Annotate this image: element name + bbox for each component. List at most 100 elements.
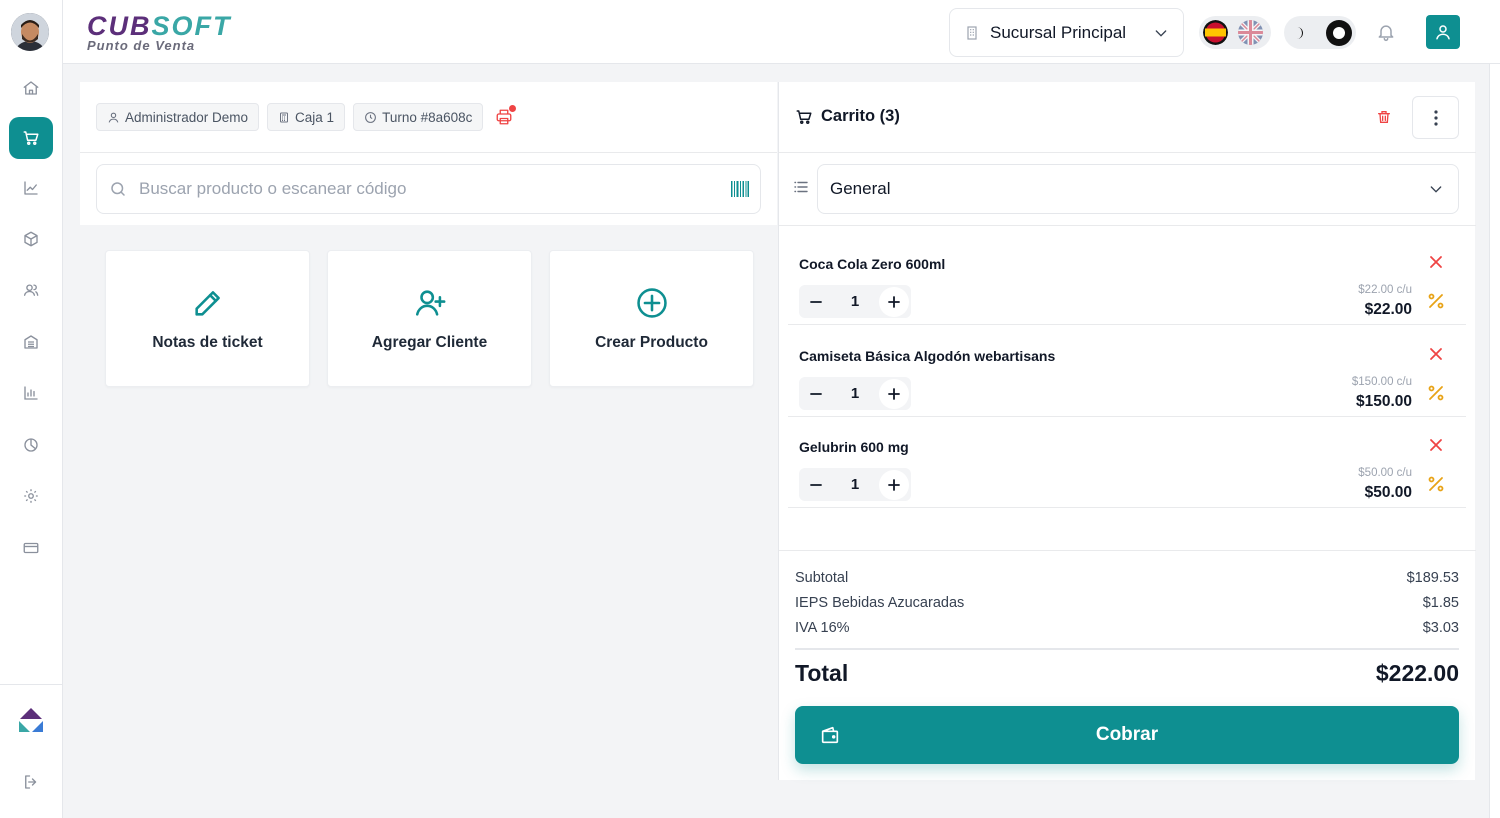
close-icon [1430, 256, 1442, 268]
nav-customers[interactable] [9, 269, 53, 311]
user-menu-button[interactable] [1426, 15, 1460, 49]
trash-icon [1378, 111, 1390, 123]
user-icon [108, 112, 119, 123]
price-list-select[interactable]: General [817, 164, 1459, 214]
shift-chip: Turno #8a608c [353, 103, 484, 131]
barcode-icon[interactable] [730, 180, 750, 198]
spain-flag-icon[interactable] [1203, 20, 1228, 45]
nav-settings[interactable] [9, 475, 53, 517]
language-switcher[interactable] [1199, 16, 1271, 49]
increase-qty-button[interactable] [879, 469, 909, 500]
percent-icon [1428, 385, 1444, 401]
clear-cart-button[interactable] [1376, 109, 1392, 125]
pos-toolbar: Administrador Demo Caja 1 Turno #8a608c [80, 82, 777, 225]
ieps-label: IEPS Bebidas Azucaradas [795, 595, 965, 611]
item-quantity: 1 [850, 385, 860, 402]
discount-button[interactable] [1428, 385, 1444, 401]
notifications-button[interactable] [1376, 22, 1396, 42]
line-total: $50.00 [1364, 484, 1412, 501]
create-product-card[interactable]: Crear Producto [549, 250, 754, 387]
decrease-qty-button[interactable] [801, 287, 831, 317]
bell-icon [1378, 25, 1394, 42]
calculator-icon [280, 112, 289, 122]
ticket-notes-label: Notas de ticket [152, 333, 263, 351]
iva-label: IVA 16% [795, 620, 850, 636]
increase-qty-button[interactable] [879, 286, 909, 317]
logo-text-cub: CUB [87, 11, 152, 41]
branch-select[interactable]: Sucursal Principal [949, 8, 1184, 57]
pie-chart-icon [24, 438, 38, 452]
remove-item-button[interactable] [1429, 347, 1443, 361]
register-chip: Caja 1 [267, 103, 346, 131]
ticket-notes-card[interactable]: Notas de ticket [105, 250, 310, 387]
nav-reports[interactable] [9, 372, 53, 414]
nav-home[interactable] [9, 67, 53, 109]
create-product-label: Crear Producto [595, 333, 708, 351]
decrease-qty-button[interactable] [801, 379, 831, 409]
price-list-value: General [830, 179, 891, 198]
discount-button[interactable] [1428, 293, 1444, 309]
subtotal-value: $189.53 [1406, 570, 1459, 586]
cart-menu-button[interactable] [1412, 96, 1459, 139]
total-row: Total $222.00 [795, 660, 1459, 687]
iva-value: $3.03 [1422, 620, 1459, 636]
decrease-qty-button[interactable] [801, 470, 831, 500]
cart-header: Carrito (3) [779, 82, 1476, 153]
increase-qty-button[interactable] [879, 378, 909, 409]
cart-summary: Subtotal $189.53 IEPS Bebidas Azucaradas… [779, 550, 1476, 686]
logo-text-soft: SOFT [151, 11, 232, 41]
nav-branches[interactable] [9, 321, 53, 363]
add-user-icon [415, 289, 445, 316]
remove-item-button[interactable] [1429, 438, 1443, 452]
unit-price: $150.00 c/u [1351, 376, 1412, 388]
nav-analytics[interactable] [9, 424, 53, 466]
plus-icon [888, 295, 900, 308]
cubosoft-logo-icon [19, 708, 43, 732]
register-name: Caja 1 [295, 109, 335, 125]
avatar[interactable] [11, 13, 49, 51]
nav-logout[interactable] [9, 761, 53, 803]
nav-payments[interactable] [9, 527, 53, 569]
search-icon [111, 182, 125, 196]
chevron-down-icon [1430, 186, 1442, 193]
box-icon [24, 231, 38, 247]
uk-flag-icon[interactable] [1238, 20, 1263, 45]
clock-icon [365, 111, 376, 123]
printer-button[interactable] [495, 105, 517, 126]
minus-icon [810, 483, 822, 486]
nav-products[interactable] [9, 218, 53, 260]
building-icon [967, 25, 977, 40]
discount-button[interactable] [1428, 476, 1444, 492]
cart-item: Gelubrin 600 mg 1 $50.00 c/u $50.00 [788, 416, 1466, 508]
checkout-button[interactable]: Cobrar [795, 706, 1459, 764]
minus-icon [810, 392, 822, 395]
add-customer-card[interactable]: Agregar Cliente [327, 250, 532, 387]
quick-actions: Notas de ticket Agregar Cliente Crear Pr… [105, 250, 754, 387]
brand-logo[interactable]: CUBSOFT Punto de Venta [87, 12, 232, 53]
ieps-row: IEPS Bebidas Azucaradas $1.85 [795, 595, 1459, 611]
search-input[interactable] [139, 179, 718, 199]
cart-item-name: Gelubrin 600 mg [799, 439, 909, 455]
ieps-value: $1.85 [1422, 595, 1459, 611]
more-vertical-icon [1433, 109, 1438, 126]
nav-sales[interactable] [9, 167, 53, 209]
add-customer-label: Agregar Cliente [371, 333, 488, 351]
nav-pos[interactable] [9, 117, 53, 159]
theme-toggle-knob [1326, 19, 1352, 46]
product-search[interactable] [96, 164, 761, 214]
quantity-stepper: 1 [799, 285, 911, 318]
sun-icon [1333, 26, 1345, 39]
unit-price: $22.00 c/u [1358, 284, 1412, 296]
unit-price: $50.00 c/u [1358, 467, 1412, 479]
printer-status-dot [509, 105, 517, 112]
page-scrollbar[interactable] [1489, 64, 1500, 818]
remove-item-button[interactable] [1429, 255, 1443, 269]
sidebar-divider [0, 684, 63, 685]
credit-card-icon [23, 542, 39, 554]
theme-toggle[interactable] [1284, 16, 1356, 49]
cart-item: Coca Cola Zero 600ml 1 $22.00 c/u $22.00 [788, 233, 1466, 325]
wallet-icon [821, 726, 839, 744]
cart-item: Camiseta Básica Algodón webartisans 1 $1… [788, 325, 1466, 417]
cart-divider [779, 225, 1476, 226]
chevron-down-icon [1155, 29, 1167, 37]
